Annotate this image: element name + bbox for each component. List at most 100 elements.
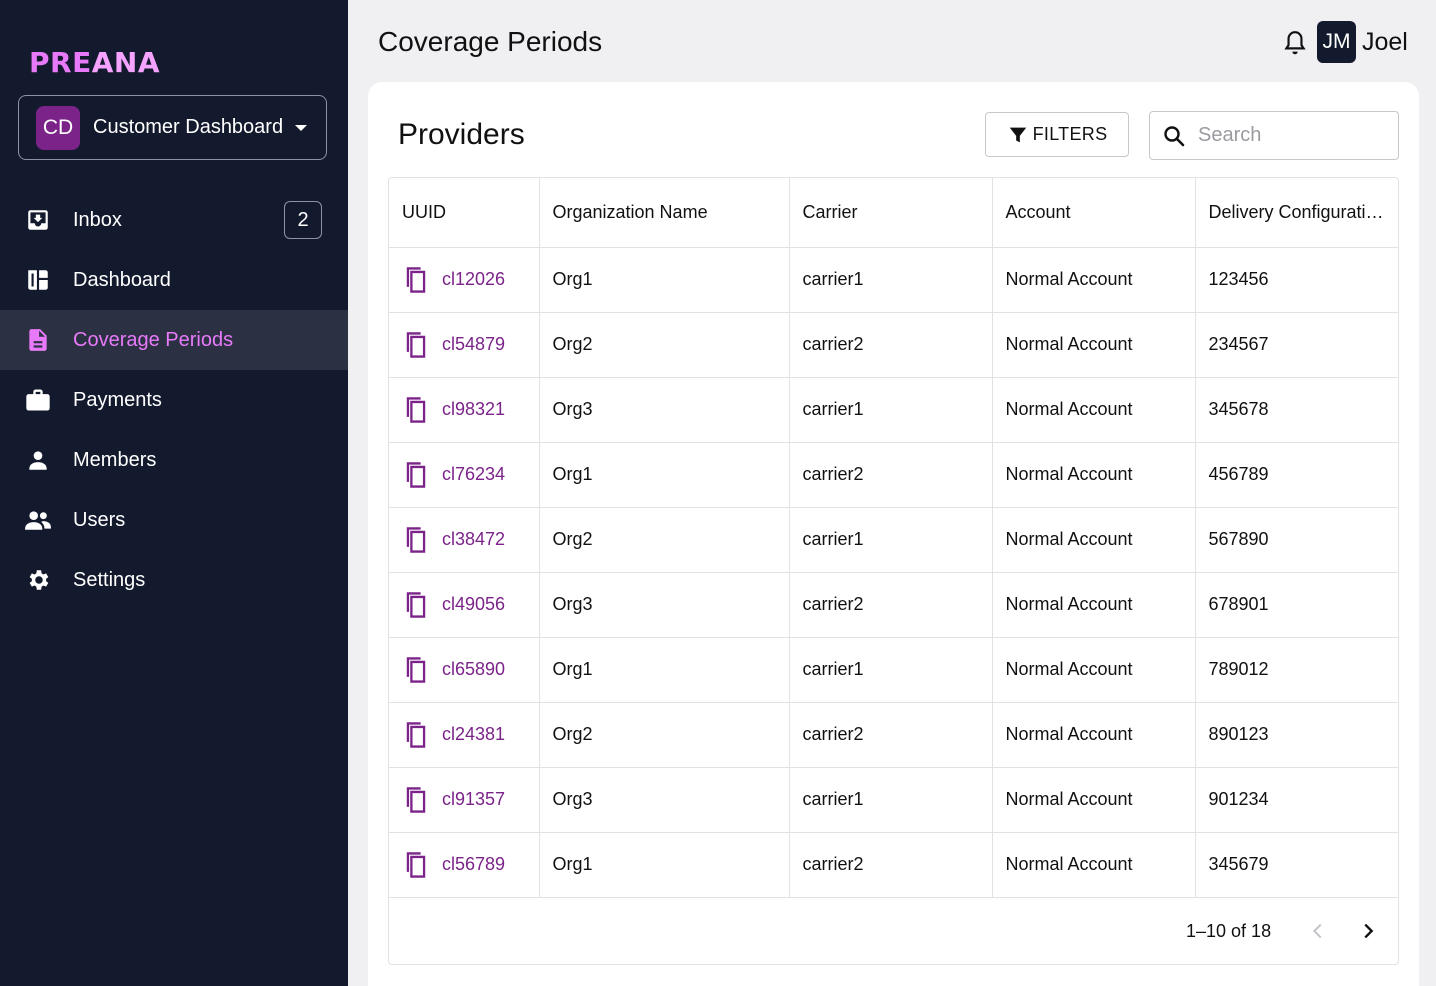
filter-icon <box>1009 127 1026 142</box>
user-avatar[interactable]: JM <box>1317 21 1356 63</box>
delivery-configuration-cell: 890123 <box>1195 702 1398 768</box>
sidebar-item-label: Users <box>73 508 126 531</box>
copy-icon[interactable] <box>402 395 430 425</box>
uuid-link[interactable]: cl76234 <box>442 464 505 485</box>
delivery-configuration-cell: 789012 <box>1195 637 1398 703</box>
uuid-link[interactable]: cl98321 <box>442 399 505 420</box>
table-row[interactable]: cl24381 Org2 carrier2 Normal Account 890123 <box>389 702 1398 768</box>
uuid-cell: cl49056 <box>389 572 540 638</box>
sidebar-nav: Inbox 2 Dashboard Coverage Periods Payme… <box>0 190 348 610</box>
uuid-link[interactable]: cl56789 <box>442 854 505 875</box>
table-row[interactable]: cl38472 Org2 carrier1 Normal Account 567890 <box>389 507 1398 573</box>
copy-icon[interactable] <box>402 330 430 360</box>
sidebar-item-inbox[interactable]: Inbox 2 <box>0 190 348 250</box>
search-input[interactable] <box>1198 124 1378 147</box>
column-header-account[interactable]: Account <box>992 178 1196 248</box>
table-row[interactable]: cl65890 Org1 carrier1 Normal Account 789012 <box>389 637 1398 703</box>
sidebar-item-settings[interactable]: Settings <box>0 550 348 610</box>
uuid-cell: cl12026 <box>389 247 540 313</box>
sidebar-item-label: Payments <box>73 388 162 411</box>
carrier-cell: carrier2 <box>789 312 993 378</box>
copy-icon[interactable] <box>402 265 430 295</box>
sidebar-item-payments[interactable]: Payments <box>0 370 348 430</box>
uuid-cell: cl54879 <box>389 312 540 378</box>
uuid-link[interactable]: cl38472 <box>442 529 505 550</box>
sidebar-item-users[interactable]: Users <box>0 490 348 550</box>
uuid-link[interactable]: cl12026 <box>442 269 505 290</box>
copy-icon[interactable] <box>402 720 430 750</box>
account-cell: Normal Account <box>992 832 1196 898</box>
delivery-configuration-cell: 678901 <box>1195 572 1398 638</box>
uuid-link[interactable]: cl54879 <box>442 334 505 355</box>
bell-icon[interactable] <box>1282 29 1308 57</box>
carrier-cell: carrier1 <box>789 637 993 703</box>
table-row[interactable]: cl49056 Org3 carrier2 Normal Account 678901 <box>389 572 1398 638</box>
gear-icon <box>24 566 52 594</box>
carrier-cell: carrier2 <box>789 442 993 508</box>
column-header-delivery-configuration[interactable]: Delivery Configurati… <box>1195 178 1398 248</box>
uuid-cell: cl38472 <box>389 507 540 573</box>
column-header-uuid[interactable]: UUID <box>389 178 540 248</box>
uuid-cell: cl76234 <box>389 442 540 508</box>
table-row[interactable]: cl56789 Org1 carrier2 Normal Account 345679 <box>389 832 1398 898</box>
sidebar-item-label: Settings <box>73 568 146 591</box>
uuid-link[interactable]: cl49056 <box>442 594 505 615</box>
copy-icon[interactable] <box>402 850 430 880</box>
organization-name-cell: Org1 <box>539 637 790 703</box>
uuid-cell: cl56789 <box>389 832 540 898</box>
carrier-cell: carrier1 <box>789 247 993 313</box>
uuid-cell: cl65890 <box>389 637 540 703</box>
delivery-configuration-cell: 123456 <box>1195 247 1398 313</box>
table-row[interactable]: cl98321 Org3 carrier1 Normal Account 345678 <box>389 377 1398 443</box>
sidebar-item-label: Coverage Periods <box>73 328 234 351</box>
sidebar-item-dashboard[interactable]: Dashboard <box>0 250 348 310</box>
carrier-cell: carrier1 <box>789 767 993 833</box>
filters-label: FILTERS <box>1032 124 1108 144</box>
search-box[interactable] <box>1149 111 1399 160</box>
carrier-cell: carrier1 <box>789 507 993 573</box>
organization-name-cell: Org1 <box>539 247 790 313</box>
table-row[interactable]: cl12026 Org1 carrier1 Normal Account 123456 <box>389 247 1398 313</box>
delivery-configuration-cell: 234567 <box>1195 312 1398 378</box>
copy-icon[interactable] <box>402 525 430 555</box>
sidebar-item-coverage-periods[interactable]: Coverage Periods <box>0 310 348 370</box>
table-row[interactable]: cl54879 Org2 carrier2 Normal Account 234567 <box>389 312 1398 378</box>
next-page-icon[interactable] <box>1357 920 1379 942</box>
copy-icon[interactable] <box>402 655 430 685</box>
delivery-configuration-cell: 567890 <box>1195 507 1398 573</box>
table-row[interactable]: cl91357 Org3 carrier1 Normal Account 901234 <box>389 767 1398 833</box>
copy-icon[interactable] <box>402 590 430 620</box>
user-name[interactable]: Joel <box>1362 28 1408 57</box>
previous-page-icon[interactable] <box>1307 920 1329 942</box>
copy-icon[interactable] <box>402 460 430 490</box>
filters-button[interactable]: FILTERS <box>985 112 1129 157</box>
account-cell: Normal Account <box>992 572 1196 638</box>
account-cell: Normal Account <box>992 377 1196 443</box>
search-icon <box>1164 125 1185 146</box>
organization-name-cell: Org2 <box>539 312 790 378</box>
organization-selector[interactable]: CD Customer Dashboard <box>18 95 327 160</box>
column-header-carrier[interactable]: Carrier <box>789 178 993 248</box>
copy-icon[interactable] <box>402 785 430 815</box>
inbox-icon <box>24 206 52 234</box>
uuid-link[interactable]: cl65890 <box>442 659 505 680</box>
sidebar-item-members[interactable]: Members <box>0 430 348 490</box>
account-cell: Normal Account <box>992 507 1196 573</box>
column-header-organization-name[interactable]: Organization Name <box>539 178 790 248</box>
carrier-cell: carrier2 <box>789 832 993 898</box>
dashboard-icon <box>24 266 52 294</box>
uuid-link[interactable]: cl24381 <box>442 724 505 745</box>
account-cell: Normal Account <box>992 312 1196 378</box>
delivery-configuration-cell: 456789 <box>1195 442 1398 508</box>
uuid-link[interactable]: cl91357 <box>442 789 505 810</box>
delivery-configuration-cell: 901234 <box>1195 767 1398 833</box>
person-icon <box>24 446 52 474</box>
organization-name-cell: Org2 <box>539 507 790 573</box>
organization-name-cell: Org3 <box>539 767 790 833</box>
account-cell: Normal Account <box>992 767 1196 833</box>
table-row[interactable]: cl76234 Org1 carrier2 Normal Account 456789 <box>389 442 1398 508</box>
carrier-cell: carrier2 <box>789 702 993 768</box>
document-icon <box>24 326 52 354</box>
inbox-count-badge: 2 <box>284 201 322 239</box>
carrier-cell: carrier1 <box>789 377 993 443</box>
